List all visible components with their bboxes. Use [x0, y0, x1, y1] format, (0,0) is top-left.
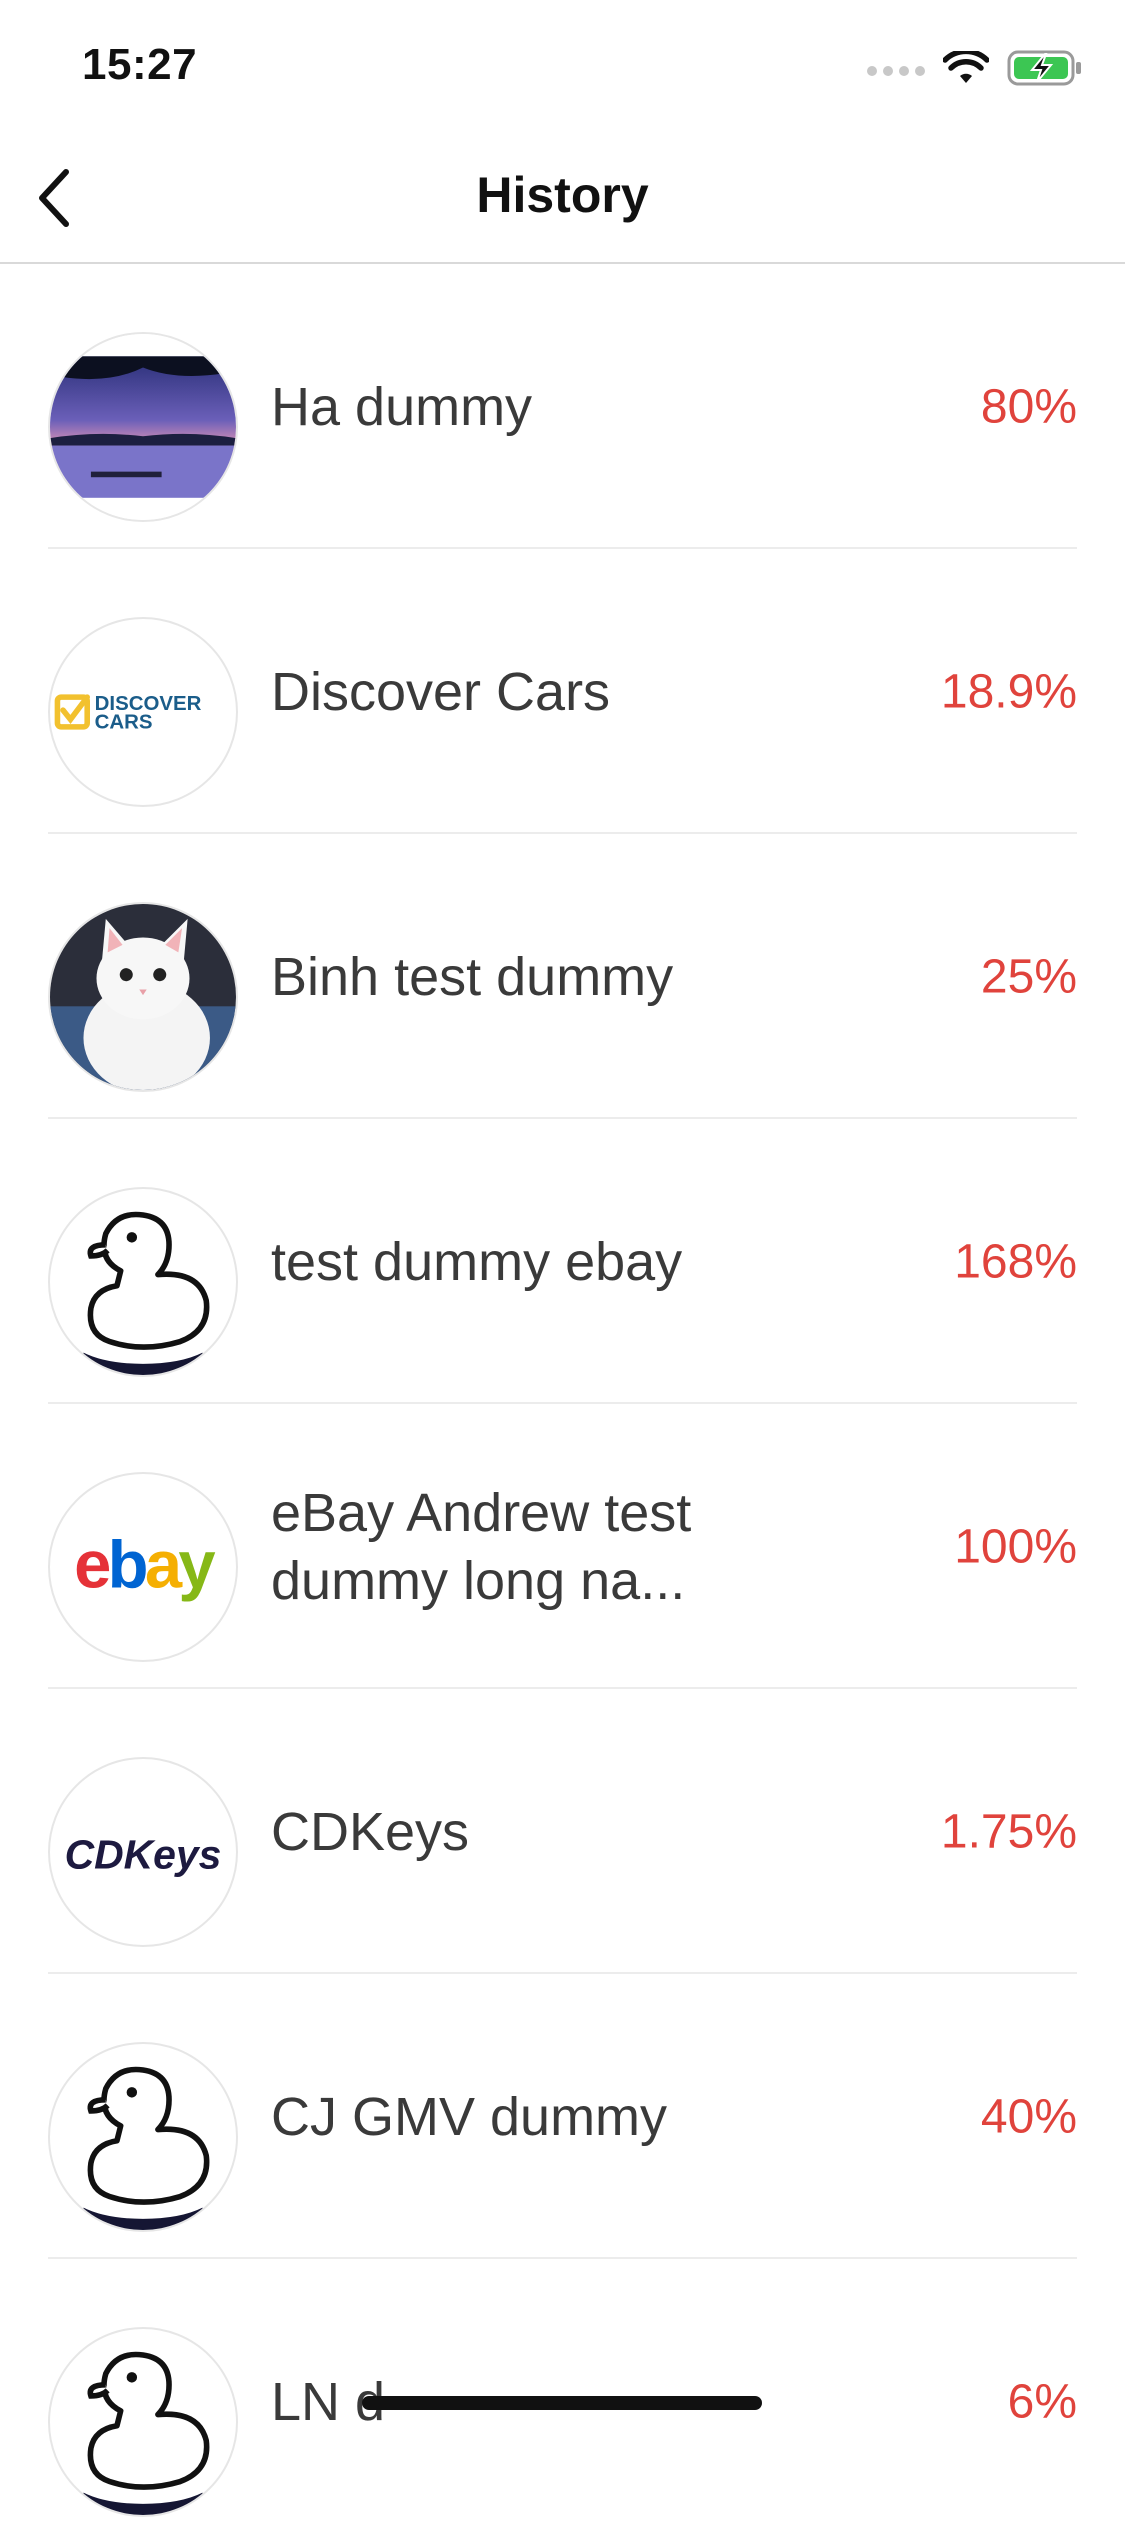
history-item-name: test dummy ebay: [271, 1231, 683, 1292]
history-row[interactable]: CJ GMV dummy 40%: [0, 1974, 1125, 2259]
history-item-percent: 80%: [980, 380, 1077, 433]
history-item-percent: 25%: [980, 950, 1077, 1003]
svg-text:ebay: ebay: [74, 1527, 215, 1602]
history-item-name: CJ GMV dummy: [271, 2086, 668, 2147]
history-item-name: Binh test dummy: [271, 946, 674, 1007]
status-time: 15:27: [82, 40, 198, 89]
history-item-name: Ha dummy: [271, 376, 533, 437]
history-list: Ha dummy 80% DISCOVER CARS Discover Cars…: [0, 264, 1125, 2544]
discover-cars-logo: DISCOVER CARS: [48, 617, 238, 807]
history-item-name: eBay Andrew test dummy long na...: [271, 1482, 692, 1611]
wifi-icon: [942, 48, 990, 90]
duck-icon: [48, 1187, 238, 1377]
history-item-percent: 6%: [1007, 2375, 1077, 2428]
history-row[interactable]: test dummy ebay 168%: [0, 1119, 1125, 1404]
history-row[interactable]: CDKeys CDKeys 1.75%: [0, 1689, 1125, 1974]
ebay-logo: ebay: [48, 1472, 238, 1662]
status-bar: 15:27: [0, 0, 1125, 132]
history-item-percent: 168%: [954, 1235, 1077, 1288]
history-item-name: Discover Cars: [271, 661, 611, 722]
history-item-percent: 100%: [954, 1520, 1077, 1573]
svg-text:CARS: CARS: [95, 711, 153, 734]
cellular-signal-icon: [867, 65, 925, 76]
history-item-percent: 1.75%: [940, 1805, 1077, 1858]
lake-sunset-avatar: [48, 332, 238, 522]
svg-text:CDKeys: CDKeys: [65, 1832, 222, 1878]
history-row[interactable]: ebay eBay Andrew test dummy long na... 1…: [0, 1404, 1125, 1689]
cdkeys-logo: CDKeys: [48, 1757, 238, 1947]
home-indicator[interactable]: [362, 2396, 762, 2410]
duck-icon: [48, 2042, 238, 2232]
status-icons: [867, 48, 1083, 91]
white-kitten-avatar: [48, 902, 238, 1092]
history-row[interactable]: Ha dummy 80%: [0, 264, 1125, 549]
history-row[interactable]: DISCOVER CARS Discover Cars 18.9%: [0, 549, 1125, 834]
history-item-percent: 40%: [980, 2090, 1077, 2143]
history-item-percent: 18.9%: [940, 665, 1077, 718]
page-title: History: [476, 167, 649, 223]
navigation-bar: History: [0, 132, 1125, 264]
battery-charging-icon: [1007, 50, 1083, 91]
history-row[interactable]: Binh test dummy 25%: [0, 834, 1125, 1119]
history-item-name: CDKeys: [271, 1801, 470, 1862]
duck-icon: [48, 2327, 238, 2517]
